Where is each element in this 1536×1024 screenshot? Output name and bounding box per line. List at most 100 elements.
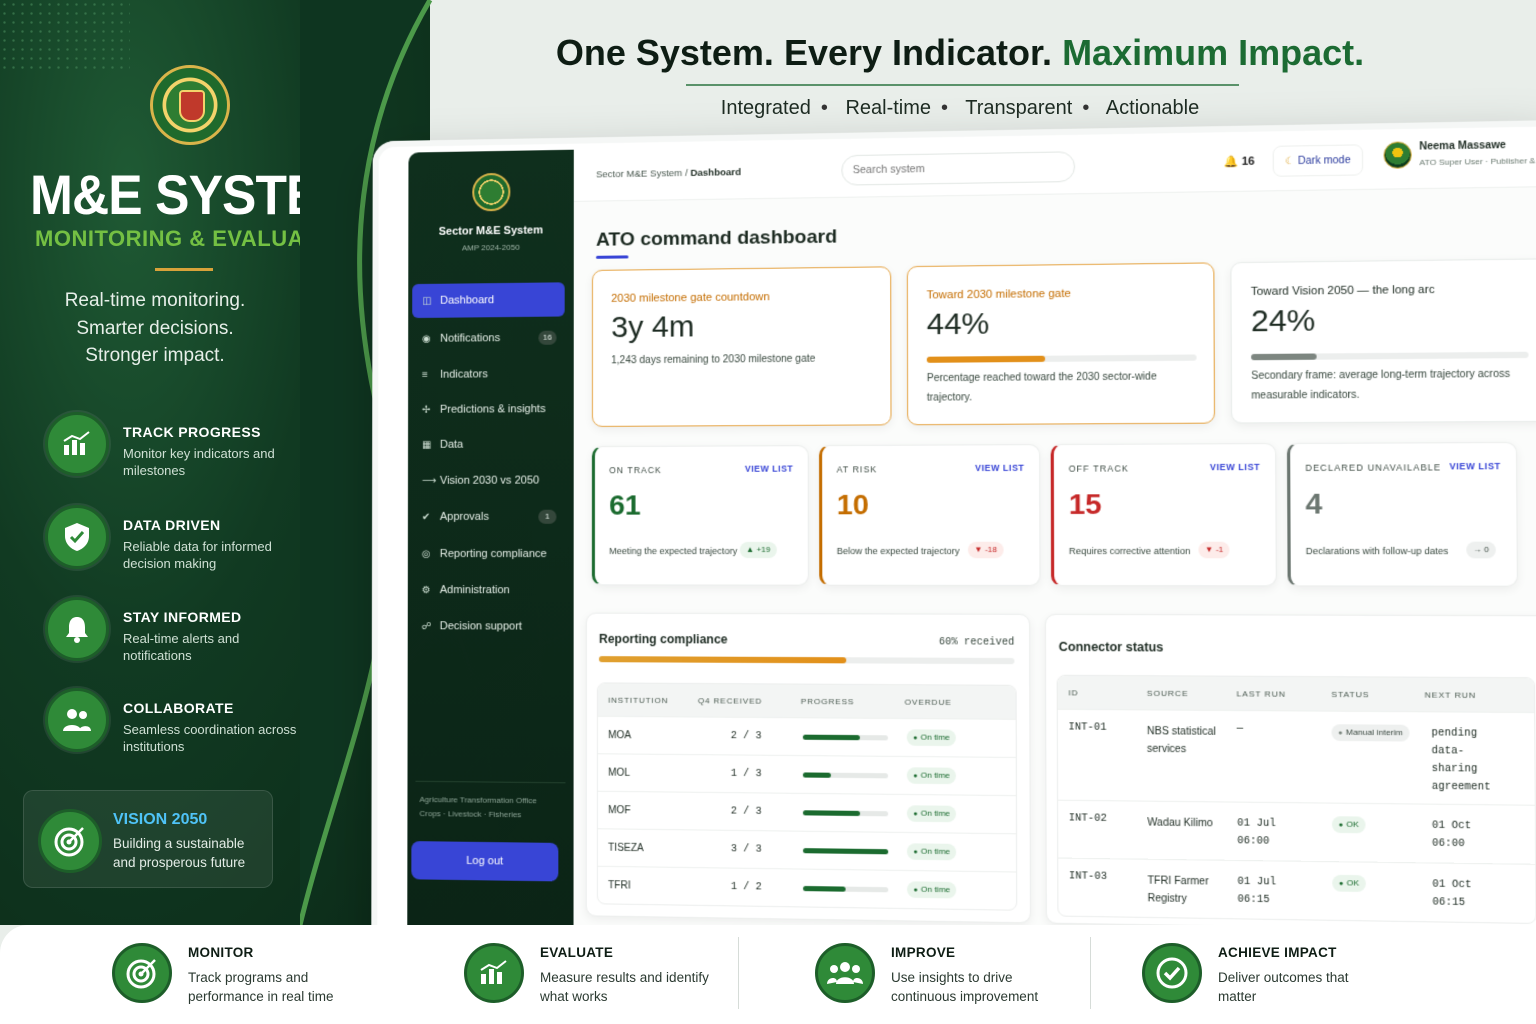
feature-title: STAY INFORMED [123,609,242,625]
card-subtext: Secondary frame: average long-term traje… [1251,368,1511,402]
sidebar-item-indicators[interactable]: ≡ Indicators [412,357,565,392]
headline: One System. Every Indicator. Maximum Imp… [540,32,1380,74]
table-row[interactable]: INT-03 TFRI Farmer Registry 01 Jul 06:15… [1058,857,1536,923]
table-row[interactable]: TISEZA 3 / 3 On time [597,828,1017,872]
dashboard-icon: ◫ [422,295,432,307]
card-value: 44% [926,307,990,342]
dark-mode-toggle[interactable]: ☾ Dark mode [1272,144,1364,177]
sidebar-item-decision-support[interactable]: ☍ Decision support [412,609,565,644]
benefit-title: ACHIEVE IMPACT [1218,945,1337,960]
feature-desc: Monitor key indicators and milestones [123,446,275,478]
status-badge: On time [906,843,957,861]
sidebar-item-label: Notifications [440,332,501,345]
progress-fill [802,771,831,778]
stat-label: ON TRACK [609,464,662,476]
progress-fill [926,355,1045,363]
card-label: Toward Vision 2050 — the long arc [1250,283,1435,299]
radio-icon: ◉ [422,333,431,345]
bar-chart-icon [464,943,524,1003]
connector-last-run: — [1236,723,1244,736]
table-row[interactable]: MOL 1 / 3 On time [597,753,1016,796]
compliance-table: INSTITUTION Q4 RECEIVED PROGRESS OVERDUE… [596,682,1018,911]
row-progress-bar [802,809,889,816]
shield-check-icon [45,505,109,569]
card-subtext: Percentage reached toward the 2030 secto… [926,371,1157,404]
sidebar-item-vision[interactable]: ⟶ Vision 2030 vs 2050 [412,463,565,498]
bell-icon[interactable]: 🔔 [1223,155,1238,169]
vision-2050-card: Toward Vision 2050 — the long arc 24% Se… [1230,258,1536,424]
table-row[interactable]: TFRI 1 / 2 On time [597,865,1017,910]
progress-bar [1251,351,1529,361]
connector-last-run: 01 Jul 06:00 [1237,818,1276,848]
sidebar-item-notifications[interactable]: ◉ Notifications 16 [412,320,565,355]
bar-chart-icon [45,412,109,476]
title-underline [596,255,629,259]
sidebar-item-label: Dashboard [440,294,495,307]
institution-cell: TISEZA [608,842,644,854]
view-list-link[interactable]: VIEW LIST [745,463,793,473]
sidebar-version: AMP 2024-2050 [461,242,520,253]
tablet-device: Sector M&E System AMP 2024-2050 ◫ Dashboa… [371,119,1536,983]
tagline-line-1: Real-time monitoring. [64,290,246,311]
tagline-line-2: Smarter decisions. [76,318,234,339]
view-list-link[interactable]: VIEW LIST [1210,462,1260,473]
reporting-compliance-panel: Reporting compliance 60% received INSTIT… [585,612,1031,924]
sidebar-item-label: Indicators [440,368,488,381]
connector-last-run: 01 Jul 06:15 [1237,876,1277,907]
sidebar-item-data[interactable]: ▦ Data [412,427,565,462]
table-row[interactable]: INT-01 NBS statistical services — Manual… [1057,708,1535,805]
page-title: ATO command dashboard [596,226,838,251]
status-badge: Manual interim [1331,724,1410,742]
avatar[interactable] [1383,141,1412,169]
received-cell: 1 / 2 [730,881,762,894]
received-cell: 3 / 3 [730,843,762,856]
sidebar-item-approvals[interactable]: ✔ Approvals 1 [412,500,565,534]
column-header: LAST RUN [1236,688,1286,699]
column-header: OVERDUE [904,696,952,707]
vision-title: VISION 2050 [113,811,208,828]
table-row[interactable]: MOA 2 / 3 On time [597,715,1016,757]
countdown-card: 2030 milestone gate countdown 3y 4m 1,24… [591,266,892,427]
progress-fill [598,656,847,664]
stat-label: OFF TRACK [1068,463,1130,474]
feature-title: COLLABORATE [123,700,234,716]
card-value: 24% [1250,303,1316,339]
sidebar-item-administration[interactable]: ⚙ Administration [412,573,565,607]
stat-value: 15 [1068,488,1102,521]
received-cell: 2 / 3 [730,730,762,742]
sidebar-item-label: Decision support [439,620,523,633]
benefit-monitor: MONITOR Track programs and performance i… [112,943,442,1013]
stat-desc: Meeting the expected trajectory [609,545,738,557]
benefit-evaluate: EVALUATE Measure results and identify wh… [464,943,794,1013]
pillar: Integrated [720,97,811,119]
sidebar-item-reporting-compliance[interactable]: ◎ Reporting compliance [412,537,565,571]
dark-mode-label: Dark mode [1297,154,1351,167]
stat-delta-badge: → 0 [1466,541,1496,559]
link-icon: ☍ [421,620,432,632]
check-icon: ✔ [421,511,431,523]
vision-card: VISION 2050 Building a sustainable and p… [23,790,273,888]
headline-accent: Maximum Impact. [1062,32,1365,73]
row-progress-bar [803,885,889,892]
benefit-title: IMPROVE [891,945,956,960]
search-input[interactable] [841,151,1076,186]
progress-fill [803,885,846,892]
connector-table: ID SOURCE LAST RUN STATUS NEXT RUN INT-0… [1056,674,1536,925]
notification-badge: 16 [538,330,557,345]
table-row[interactable]: INT-02 Wadau Kilimo 01 Jul 06:00 OK 01 O… [1058,799,1536,864]
row-progress-bar [803,847,889,854]
view-list-link[interactable]: VIEW LIST [1449,461,1500,472]
status-badge: On time [907,881,957,899]
stat-delta-badge: ▲ +19 [739,541,777,559]
sidebar-item-predictions[interactable]: ✢ Predictions & insights [412,392,565,427]
view-list-link[interactable]: VIEW LIST [975,463,1024,473]
logout-button[interactable]: Log out [411,841,559,882]
table-row[interactable]: MOF 2 / 3 On time [597,790,1016,834]
card-subtext: 1,243 days remaining to 2030 milestone g… [611,353,816,367]
table-header: ID SOURCE LAST RUN STATUS NEXT RUN [1057,675,1535,712]
stat-desc: Declarations with follow-up dates [1305,545,1449,557]
breadcrumb: Sector M&E System / Dashboard [596,167,741,180]
breadcrumb-root[interactable]: Sector M&E System [596,168,682,180]
stat-value: 4 [1305,487,1323,520]
sidebar-item-dashboard[interactable]: ◫ Dashboard [412,282,565,319]
